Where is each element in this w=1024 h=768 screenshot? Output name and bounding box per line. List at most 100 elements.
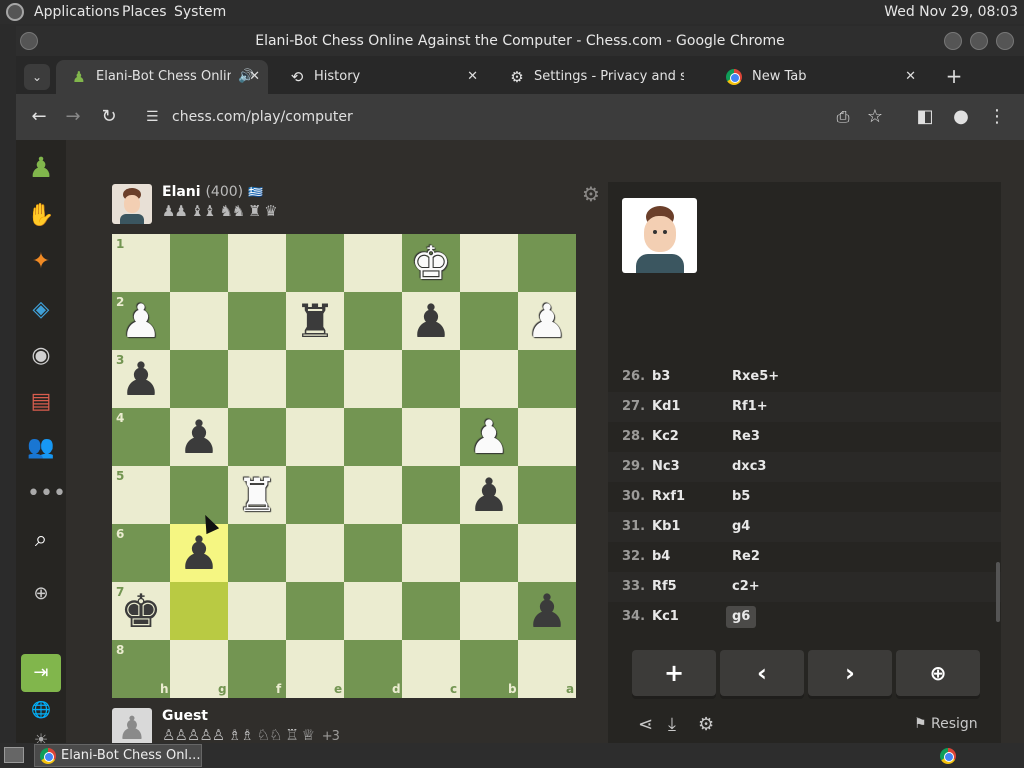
black-move[interactable]: dxc3	[732, 452, 766, 482]
next-move-button[interactable]: ›	[808, 650, 892, 696]
board-square[interactable]	[344, 524, 402, 582]
chess-piece[interactable]: ♟	[518, 582, 576, 640]
workspace-chrome-icon[interactable]	[940, 748, 956, 764]
settings-gear-icon[interactable]: ⚙	[582, 182, 600, 206]
menu-system[interactable]: System	[174, 4, 226, 20]
black-move[interactable]: Re3	[732, 422, 760, 452]
chess-board[interactable]: 1 2 3 4 5 6 7 8 h g f e d c b a ♚ ♟ ♜ ♟ ♟ ♟ ♟ ♟ ♜ ♟ ♟ ♚ ♟	[112, 234, 576, 698]
bookmark-star-icon[interactable]: ☆	[862, 104, 888, 130]
social-icon[interactable]: 👥	[27, 434, 55, 462]
os-logo-icon[interactable]	[6, 3, 24, 21]
board-square[interactable]	[402, 582, 460, 640]
chess-piece[interactable]: ♜	[286, 292, 344, 350]
theme-icon[interactable]: ☀	[27, 726, 55, 743]
black-move[interactable]: g6	[726, 606, 757, 628]
side-panel-icon[interactable]: ◧	[912, 104, 938, 130]
address-bar[interactable]: ☰ chess.com/play/computer	[136, 101, 836, 133]
chess-piece[interactable]: ♜	[228, 466, 286, 524]
board-square[interactable]	[170, 350, 228, 408]
close-tab-icon[interactable]: ✕	[467, 60, 478, 94]
chess-piece[interactable]: ♟	[460, 466, 518, 524]
show-desktop-icon[interactable]	[4, 747, 24, 763]
login-button[interactable]: ⇥	[21, 654, 61, 692]
board-square[interactable]	[286, 466, 344, 524]
close-window-icon[interactable]	[996, 32, 1014, 50]
white-move[interactable]: Rxf1	[652, 482, 685, 512]
previous-move-button[interactable]: ‹	[720, 650, 804, 696]
board-square[interactable]	[344, 350, 402, 408]
minimize-icon[interactable]	[944, 32, 962, 50]
black-move[interactable]: g4	[732, 512, 750, 542]
black-move[interactable]: c2+	[732, 572, 760, 602]
board-square[interactable]	[228, 234, 286, 292]
bot-avatar-small[interactable]	[112, 184, 152, 224]
board-square[interactable]	[402, 408, 460, 466]
tab-history[interactable]: ⟲ History ✕	[274, 60, 486, 94]
white-move[interactable]: Nc3	[652, 452, 680, 482]
board-square[interactable]	[286, 350, 344, 408]
new-game-button[interactable]: +	[632, 650, 716, 696]
search-icon[interactable]: ⌕	[27, 526, 55, 554]
board-square[interactable]	[402, 350, 460, 408]
chesscom-logo-icon[interactable]: ♟	[27, 154, 55, 182]
menu-places[interactable]: Places	[122, 4, 167, 20]
board-square[interactable]	[286, 582, 344, 640]
share-icon[interactable]: ⋖	[638, 714, 653, 735]
close-tab-icon[interactable]: ✕	[249, 60, 260, 94]
player-name[interactable]: Elani	[162, 184, 201, 200]
board-square[interactable]	[460, 292, 518, 350]
white-move[interactable]: Kd1	[652, 392, 680, 422]
chess-piece[interactable]: ♟	[460, 408, 518, 466]
watch-icon[interactable]: ◉	[27, 342, 55, 370]
board-square[interactable]	[460, 234, 518, 292]
board-square[interactable]	[170, 292, 228, 350]
board-square[interactable]	[344, 408, 402, 466]
play-icon[interactable]: ✋	[27, 202, 55, 230]
window-menu-icon[interactable]	[20, 32, 38, 50]
more-icon[interactable]: •••	[27, 480, 66, 508]
board-square[interactable]	[228, 582, 286, 640]
close-tab-icon[interactable]: ✕	[905, 60, 916, 94]
white-move[interactable]: Rf5	[652, 572, 677, 602]
board-square[interactable]	[460, 524, 518, 582]
back-icon[interactable]: ←	[26, 104, 52, 130]
board-square[interactable]	[228, 350, 286, 408]
board-square[interactable]	[402, 466, 460, 524]
black-move[interactable]: Rxe5+	[732, 362, 779, 392]
chess-piece[interactable]: ♟	[402, 292, 460, 350]
tab-settings[interactable]: ⚙ Settings - Privacy and security	[494, 60, 706, 94]
board-square[interactable]	[344, 234, 402, 292]
board-square[interactable]	[518, 466, 576, 524]
white-move[interactable]: b3	[652, 362, 670, 392]
chess-piece[interactable]: ♟	[170, 408, 228, 466]
white-move[interactable]: Kc1	[652, 602, 679, 632]
board-square[interactable]	[518, 350, 576, 408]
chess-piece[interactable]: ♟	[112, 292, 170, 350]
chess-piece[interactable]: ♟	[112, 350, 170, 408]
board-square[interactable]	[518, 408, 576, 466]
board-square[interactable]	[518, 524, 576, 582]
white-move[interactable]: Kc2	[652, 422, 679, 452]
tab-search-button[interactable]: ⌄	[24, 64, 50, 90]
download-icon[interactable]: ⤓	[668, 714, 676, 735]
reload-icon[interactable]: ↻	[96, 104, 122, 130]
chess-piece[interactable]: ♟	[518, 292, 576, 350]
news-icon[interactable]: ▤	[27, 388, 55, 416]
chess-piece[interactable]: ♟	[170, 524, 228, 582]
board-square[interactable]	[344, 466, 402, 524]
chess-piece[interactable]: ♚	[112, 582, 170, 640]
language-icon[interactable]: 🌐	[27, 696, 55, 724]
learn-icon[interactable]: ◈	[27, 296, 55, 324]
black-move[interactable]: Re2	[732, 542, 760, 572]
board-square[interactable]	[286, 524, 344, 582]
top-player-name[interactable]: Elani (400) 🇬🇷	[162, 184, 263, 200]
board-square[interactable]	[170, 466, 228, 524]
board-square[interactable]	[344, 292, 402, 350]
black-move[interactable]: b5	[732, 482, 750, 512]
white-move[interactable]: b4	[652, 542, 670, 572]
menu-applications[interactable]: Applications	[34, 4, 120, 20]
move-list-scrollbar[interactable]	[996, 562, 1000, 622]
board-square[interactable]	[228, 524, 286, 582]
board-square[interactable]	[344, 582, 402, 640]
settings-icon[interactable]: ⚙	[698, 714, 714, 735]
